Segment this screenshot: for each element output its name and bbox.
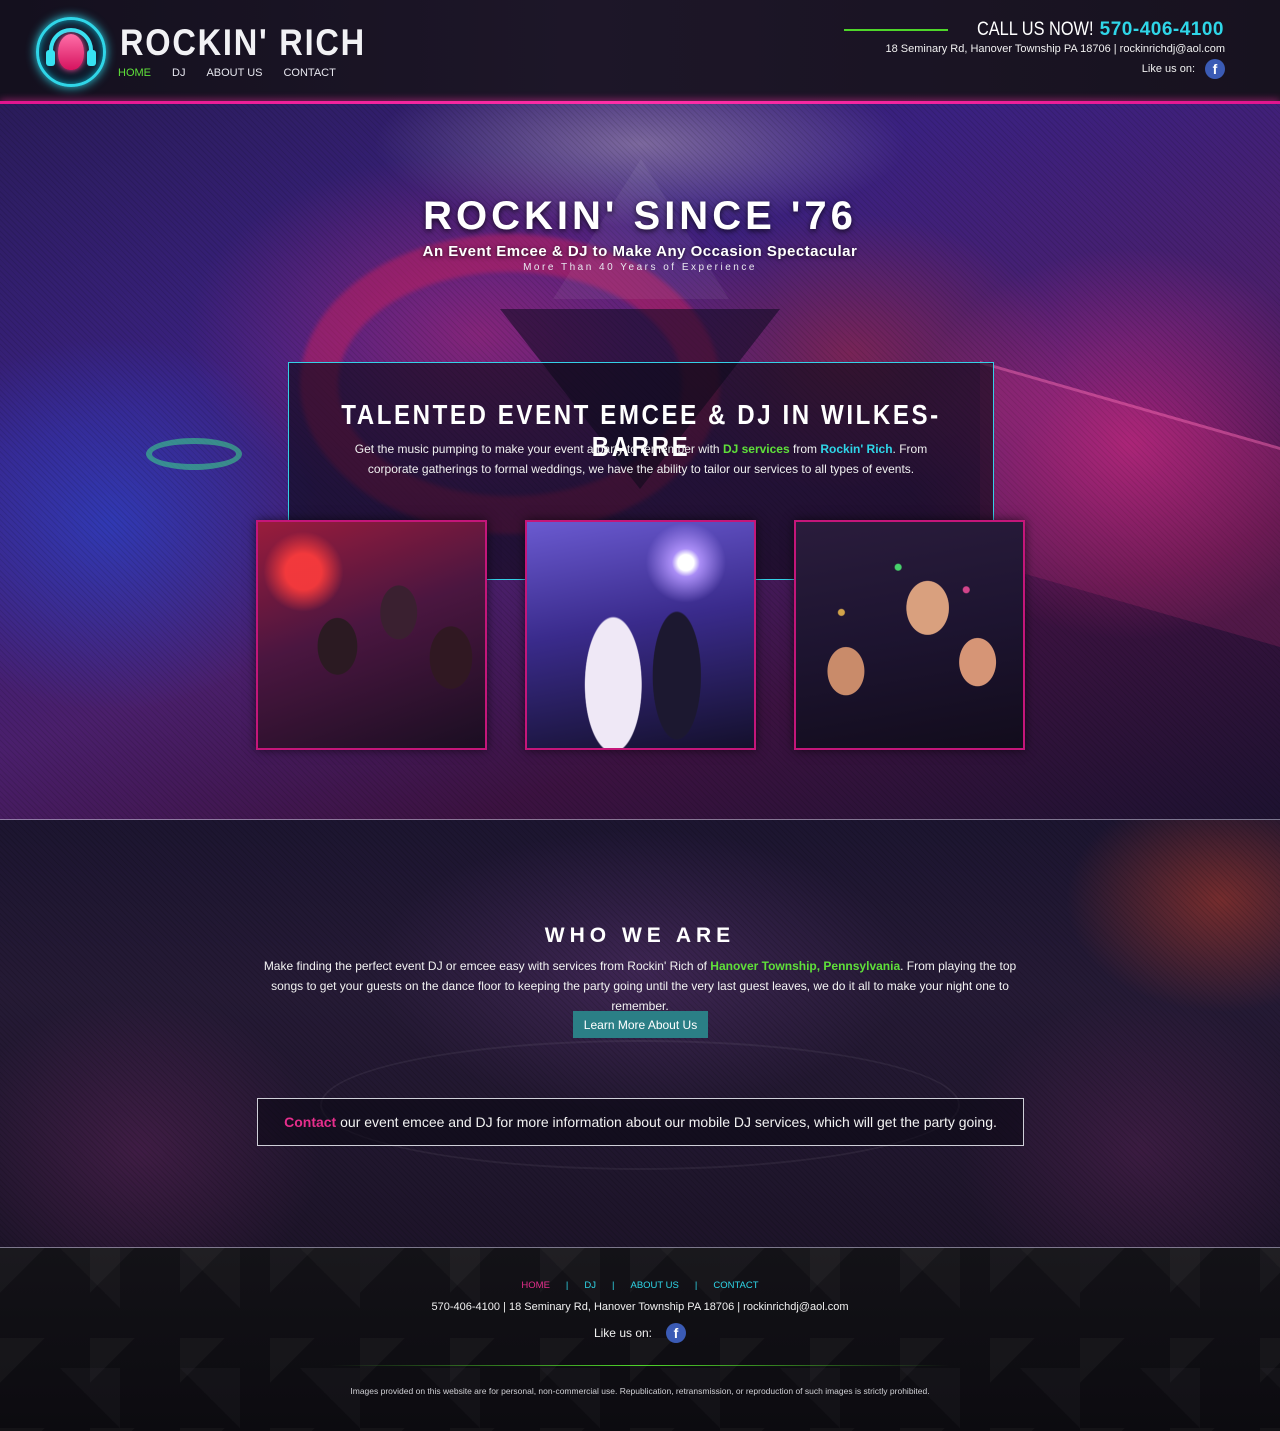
learn-more-button[interactable]: Learn More About Us [573,1011,708,1038]
nav-item-about-us[interactable]: ABOUT US [206,67,262,79]
footer-nav-about-us[interactable]: ABOUT US [630,1280,678,1291]
nav-item-dj[interactable]: DJ [172,67,185,79]
hero-subtitle: An Event Emcee & DJ to Make Any Occasion… [422,243,858,260]
main-nav: HOME DJ ABOUT US CONTACT [118,67,336,79]
nav-item-contact[interactable]: CONTACT [283,67,335,79]
dj-services-link[interactable]: DJ services [723,442,790,456]
hero-tagline: More Than 40 Years of Experience [523,262,757,273]
facebook-icon[interactable]: f [666,1323,687,1343]
footer-nav-separator: | [694,1280,698,1291]
earcup-right [87,50,96,66]
footer-nav-home[interactable]: HOME [521,1280,550,1291]
phone-link[interactable]: 570-406-4100 [1100,19,1224,41]
mixer-graphic [980,360,1280,648]
footer-contact-info: 570-406-4100 | 18 Seminary Rd, Hanover T… [431,1301,849,1313]
contact-callout: Contact our event emcee and DJ for more … [257,1098,1024,1146]
who-we-are-section: WHO WE ARE Make finding the perfect even… [0,820,1280,1248]
hero-title: ROCKIN' SINCE '76 [423,194,857,238]
header-address: 18 Seminary Rd, Hanover Township PA 1870… [885,43,1225,55]
who-title: WHO WE ARE [544,924,736,947]
footer-social: Like us on: f [0,1323,1280,1343]
brand-name[interactable]: ROCKIN' RICH [120,22,366,64]
footer-like-label: Like us on: [593,1326,653,1340]
call-divider [844,29,949,31]
rockin-rich-link[interactable]: Rockin' Rich [820,442,892,456]
footer-nav-contact[interactable]: CONTACT [713,1280,758,1291]
header-social: Like us on: f [1142,59,1225,79]
footer-divider [330,1365,950,1366]
facebook-icon[interactable]: f [1205,59,1225,79]
footer-disclaimer: Images provided on this website are for … [350,1386,930,1396]
logo-icon[interactable] [36,17,106,87]
nav-item-home[interactable]: HOME [118,67,151,79]
who-text-part: Make finding the perfect event DJ or emc… [263,959,711,973]
contact-text: our event emcee and DJ for more informat… [336,1114,997,1130]
who-text: Make finding the perfect event DJ or emc… [250,956,1030,1016]
footer-nav-separator: | [612,1280,615,1291]
earcup-left [46,50,55,66]
confetti-party-photo [794,520,1025,750]
logo-head-shape [58,34,84,70]
site-header: ROCKIN' RICH HOME DJ ABOUT US CONTACT CA… [0,0,1280,104]
footer-nav-dj[interactable]: DJ [584,1280,596,1291]
footer-nav-separator: | [565,1280,569,1291]
intro-text: Get the music pumping to make your event… [339,439,943,479]
hero-section: ROCKIN' SINCE '76 An Event Emcee & DJ to… [0,104,1280,820]
contact-link[interactable]: Contact [284,1114,336,1130]
call-us: CALL US NOW! 570-406-4100 [844,19,1224,41]
location-link[interactable]: Hanover Township, Pennsylvania [710,959,900,973]
footer-nav: HOME | DJ | ABOUT US | CONTACT [0,1280,1280,1291]
intro-text-part: Get the music pumping to make your event… [354,442,723,456]
like-label: Like us on: [1141,63,1195,75]
party-crowd-photo [256,520,487,750]
wedding-dance-photo [525,520,756,750]
site-footer: HOME | DJ | ABOUT US | CONTACT 570-406-4… [0,1248,1280,1431]
intro-text-part: from [789,442,821,456]
call-label: CALL US NOW! [977,19,1094,40]
deck-light-graphic [146,438,242,470]
